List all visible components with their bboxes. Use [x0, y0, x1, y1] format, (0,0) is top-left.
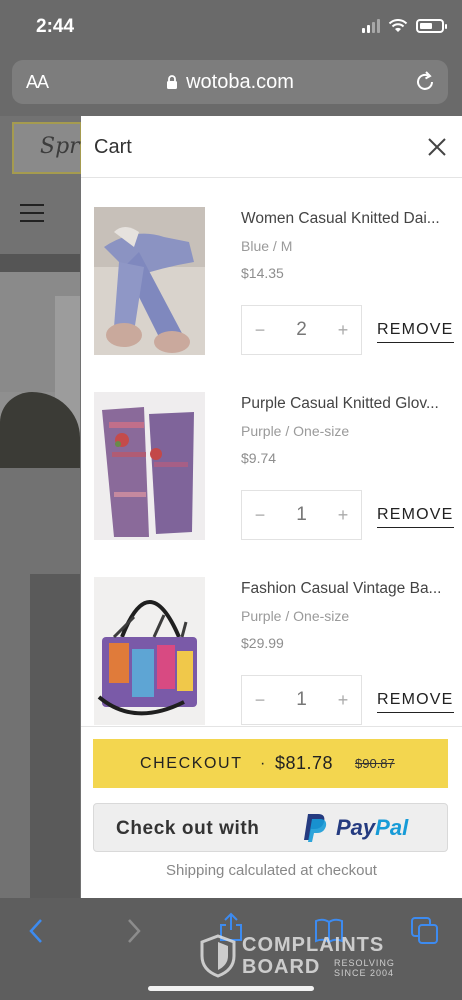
- paypal-icon: [304, 814, 327, 842]
- quantity-value[interactable]: 1: [272, 688, 331, 712]
- checkout-original-total: $90.87: [355, 756, 395, 771]
- checkout-separator: ·: [260, 755, 266, 772]
- item-variant: Blue / M: [241, 238, 293, 254]
- item-price: $29.99: [241, 635, 284, 651]
- paypal-prefix: Check out with: [116, 818, 260, 839]
- product-image[interactable]: [94, 207, 205, 355]
- item-variant: Purple / One-size: [241, 423, 350, 439]
- remove-button[interactable]: REMOVE: [377, 506, 454, 528]
- watermark-line2: BOARD: [242, 956, 321, 978]
- remove-button[interactable]: REMOVE: [377, 691, 454, 713]
- wifi-icon: [388, 19, 408, 32]
- cart-header: Cart: [81, 116, 462, 178]
- quantity-value[interactable]: 2: [272, 318, 331, 342]
- paypal-wordmark: PayPal: [336, 815, 408, 841]
- paypal-wordmark-pal: Pal: [375, 815, 409, 840]
- shipping-note: Shipping calculated at checkout: [166, 862, 377, 879]
- cart-title: Cart: [94, 136, 132, 158]
- item-price: $9.74: [241, 450, 277, 466]
- close-icon[interactable]: [426, 136, 448, 158]
- hero-banner: [0, 272, 80, 468]
- checkout-label: CHECKOUT: [140, 755, 243, 772]
- promo-strip: [0, 254, 80, 272]
- watermark-line1: COMPLAINTS: [242, 934, 385, 956]
- item-title[interactable]: Women Casual Knitted Dai...: [241, 210, 449, 228]
- decrease-quantity-button[interactable]: −: [248, 318, 272, 342]
- item-title[interactable]: Purple Casual Knitted Glov...: [241, 395, 449, 413]
- complaints-board-watermark: COMPLAINTS BOARD RESOLVING SINCE 2004: [200, 932, 420, 982]
- cart-item: Purple Casual Knitted Glov... Purple / O…: [81, 392, 462, 577]
- checkout-total: $81.78: [275, 753, 334, 773]
- status-time: 2:44: [36, 16, 75, 37]
- quantity-stepper: − 2 +: [241, 305, 362, 355]
- watermark-line3: RESOLVING SINCE 2004: [334, 958, 395, 978]
- cart-drawer: Cart Women Casual Knitted Dai... Blue / …: [81, 116, 462, 898]
- quantity-value[interactable]: 1: [272, 503, 331, 527]
- address-bar[interactable]: AA wotoba.com: [12, 60, 448, 104]
- back-arrow-icon[interactable]: [22, 916, 52, 946]
- divider: [81, 726, 462, 727]
- remove-button[interactable]: REMOVE: [377, 321, 454, 343]
- paypal-checkout-button[interactable]: Check out with PayPal: [93, 803, 448, 852]
- checkout-button[interactable]: CHECKOUT · $81.78 $90.87: [93, 739, 448, 788]
- product-image[interactable]: [94, 392, 205, 540]
- lock-icon: [167, 75, 178, 89]
- status-bar: 2:44: [0, 0, 462, 56]
- shield-icon: [200, 934, 236, 978]
- product-banner: [30, 574, 80, 898]
- store-logo: Spr: [12, 122, 82, 174]
- home-indicator[interactable]: [148, 986, 314, 991]
- url-display[interactable]: wotoba.com: [12, 71, 448, 94]
- item-title[interactable]: Fashion Casual Vintage Ba...: [241, 580, 449, 598]
- battery-icon: [416, 19, 447, 33]
- status-icons: [362, 19, 447, 33]
- product-image[interactable]: [94, 577, 205, 725]
- paypal-wordmark-pay: Pay: [336, 815, 376, 840]
- quantity-stepper: − 1 +: [241, 675, 362, 725]
- browser-chrome: AA wotoba.com: [0, 56, 462, 116]
- reload-icon[interactable]: [414, 71, 436, 93]
- increase-quantity-button[interactable]: +: [331, 688, 355, 712]
- quantity-stepper: − 1 +: [241, 490, 362, 540]
- menu-icon: [20, 204, 44, 222]
- increase-quantity-button[interactable]: +: [331, 318, 355, 342]
- increase-quantity-button[interactable]: +: [331, 503, 355, 527]
- item-variant: Purple / One-size: [241, 608, 350, 624]
- decrease-quantity-button[interactable]: −: [248, 688, 272, 712]
- cart-item: Women Casual Knitted Dai... Blue / M $14…: [81, 207, 462, 392]
- forward-arrow-icon[interactable]: [118, 916, 148, 946]
- url-text: wotoba.com: [186, 71, 294, 93]
- signal-icon: [362, 19, 380, 33]
- cart-item: Fashion Casual Vintage Ba... Purple / On…: [81, 577, 462, 762]
- item-price: $14.35: [241, 265, 284, 281]
- decrease-quantity-button[interactable]: −: [248, 503, 272, 527]
